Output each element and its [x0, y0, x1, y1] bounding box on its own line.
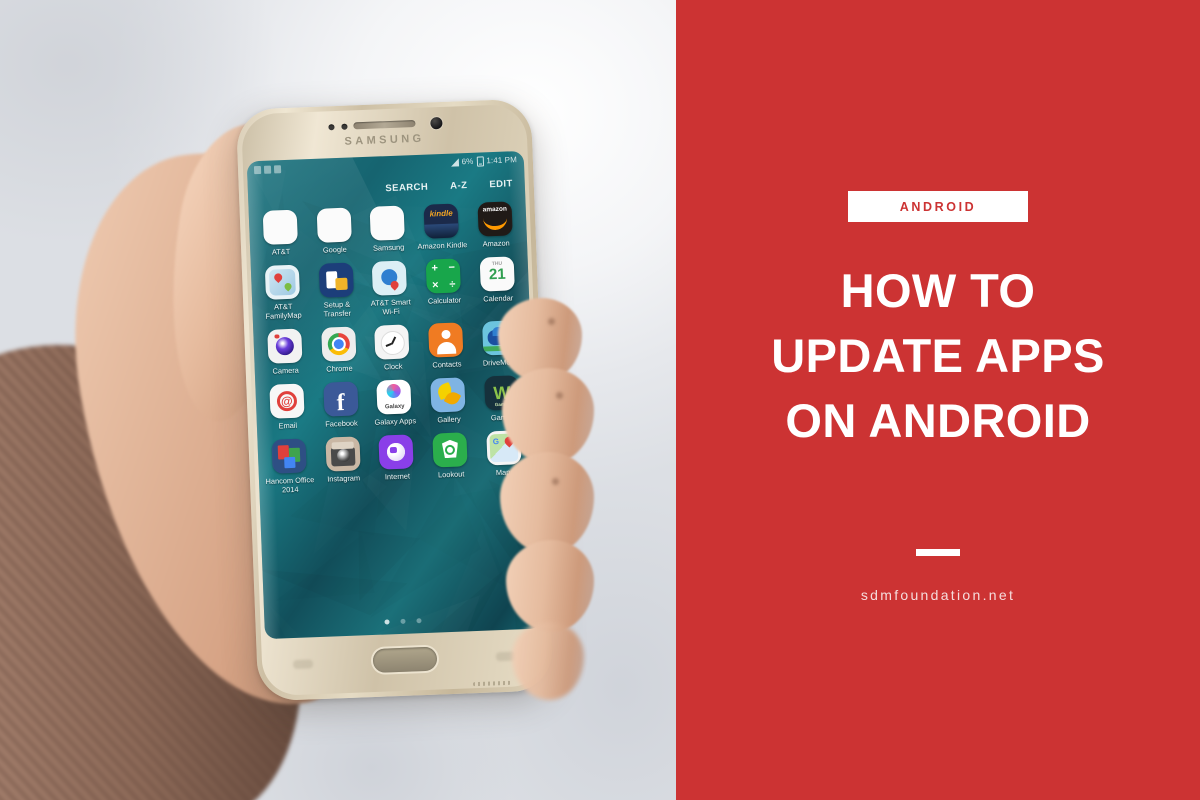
divider-rule — [916, 549, 960, 556]
app-label: Lookout — [437, 469, 465, 480]
app-tile[interactable]: AT&T Smart Wi-Fi — [362, 260, 418, 317]
phone-screen[interactable]: 6% 1:41 PM SEARCH A-Z EDIT AT&T Google Sam… — [246, 150, 542, 640]
lookout-icon[interactable] — [432, 432, 468, 468]
battery-percent-label: 6% — [461, 156, 474, 167]
kindle-icon[interactable]: kindle — [423, 203, 460, 239]
earpiece-speaker-icon — [352, 120, 416, 130]
app-label: Internet — [384, 471, 411, 482]
familymap-icon[interactable] — [264, 264, 300, 300]
app-label: AT&T — [271, 246, 291, 257]
app-label: Samsung — [372, 242, 405, 253]
hancom-office-icon[interactable] — [271, 438, 307, 474]
folder-icon[interactable] — [316, 207, 352, 243]
headline-line-2: UPDATE APPS — [771, 329, 1105, 382]
camera-icon[interactable] — [267, 328, 303, 364]
app-tile[interactable]: Clock — [365, 324, 421, 372]
app-label: Chrome — [326, 363, 353, 374]
page-dot[interactable] — [416, 618, 422, 624]
home-button[interactable] — [372, 646, 437, 674]
category-badge: ANDROID — [848, 191, 1028, 222]
app-tile[interactable]: Google — [306, 207, 362, 255]
clock-icon[interactable] — [374, 324, 410, 360]
promo-graphic: SAMSUNG 6% 1:41 PM SEARCH A-Z EDIT AT&T … — [0, 0, 1200, 800]
chrome-icon[interactable] — [320, 326, 357, 362]
category-badge-label: ANDROID — [899, 199, 977, 214]
app-label: Contacts — [432, 359, 462, 370]
page-title: HOW TO UPDATE APPS ON ANDROID — [676, 258, 1200, 453]
app-label: Setup & Transfer — [323, 299, 352, 319]
app-tile[interactable]: Internet — [369, 434, 425, 491]
app-label: Google — [322, 244, 347, 255]
app-tile[interactable]: Setup & Transfer — [309, 262, 365, 319]
signal-bars-icon — [450, 157, 459, 167]
text-panel: ANDROID HOW TO UPDATE APPS ON ANDROID sd… — [676, 0, 1200, 800]
hero-photo: SAMSUNG 6% 1:41 PM SEARCH A-Z EDIT AT&T … — [0, 0, 676, 800]
app-label: Calculator — [427, 295, 462, 306]
speaker-grill-icon — [472, 680, 512, 687]
app-tile[interactable]: Galaxy Galaxy Apps — [367, 379, 423, 427]
app-tile[interactable]: Gallery — [421, 377, 477, 425]
app-tile[interactable]: f Facebook — [313, 381, 369, 429]
app-tile[interactable]: Chrome — [311, 326, 367, 374]
knuckle-mark-3 — [552, 478, 559, 485]
phone-bottom-bezel — [256, 628, 553, 701]
az-sort-action[interactable]: A-Z — [450, 180, 468, 192]
calculator-icon[interactable]: + − × ÷ — [425, 258, 462, 294]
app-label: Instagram — [327, 473, 361, 484]
app-tile[interactable]: Lookout — [423, 432, 479, 489]
setup-transfer-icon[interactable] — [318, 262, 354, 298]
app-label: Clock — [383, 361, 403, 372]
folder-icon[interactable] — [262, 209, 298, 245]
app-label: Facebook — [325, 418, 358, 429]
website-label: sdmfoundation.net — [860, 587, 1016, 603]
app-label: AT&T Smart Wi-Fi — [370, 297, 411, 317]
knuckle-mark-2 — [556, 392, 563, 399]
gallery-icon[interactable] — [430, 377, 466, 413]
battery-icon — [476, 155, 484, 167]
app-label: Galaxy Apps — [374, 416, 417, 427]
app-grid: AT&T Google Samsung kindle Amazon Kindle amaz… — [253, 201, 533, 495]
headline-line-3: ON ANDROID — [785, 394, 1091, 447]
amazon-icon[interactable]: amazon — [477, 201, 513, 237]
app-tile[interactable]: kindle Amazon Kindle — [414, 203, 470, 251]
app-tile[interactable]: Instagram — [315, 436, 371, 493]
app-label: Gallery — [437, 414, 461, 425]
proximity-sensor-icon — [328, 124, 335, 131]
app-label: Calendar — [483, 293, 514, 304]
notification-icon-3 — [273, 164, 282, 173]
front-camera-icon — [430, 116, 443, 130]
knuckle-mark-1 — [548, 318, 555, 325]
app-label: Amazon Kindle — [417, 240, 468, 251]
app-tile[interactable]: Contacts — [418, 322, 474, 370]
internet-icon[interactable] — [378, 434, 415, 470]
instagram-icon[interactable] — [325, 436, 361, 472]
page-dot[interactable] — [384, 619, 390, 625]
phone-brand-label: SAMSUNG — [344, 132, 425, 148]
app-label: Email — [278, 420, 298, 431]
galaxy-apps-icon[interactable]: Galaxy — [376, 379, 413, 415]
email-icon[interactable]: @ — [269, 383, 305, 419]
recents-key-icon[interactable] — [292, 659, 314, 670]
app-tile[interactable]: + − × ÷ Calculator — [416, 258, 472, 315]
notification-icon-2 — [263, 165, 272, 174]
app-label: Amazon — [482, 238, 510, 249]
headline-line-1: HOW TO — [840, 264, 1036, 317]
facebook-icon[interactable]: f — [322, 381, 359, 417]
smart-wifi-icon[interactable] — [372, 260, 408, 296]
search-action[interactable]: SEARCH — [385, 181, 428, 194]
app-label: Camera — [272, 365, 300, 376]
light-sensor-icon — [341, 123, 348, 130]
contacts-icon[interactable] — [428, 322, 464, 358]
calendar-icon[interactable]: THU 21 — [479, 256, 515, 292]
page-dot[interactable] — [400, 618, 406, 624]
app-tile[interactable]: Samsung — [360, 205, 416, 253]
folder-icon[interactable] — [370, 205, 406, 241]
